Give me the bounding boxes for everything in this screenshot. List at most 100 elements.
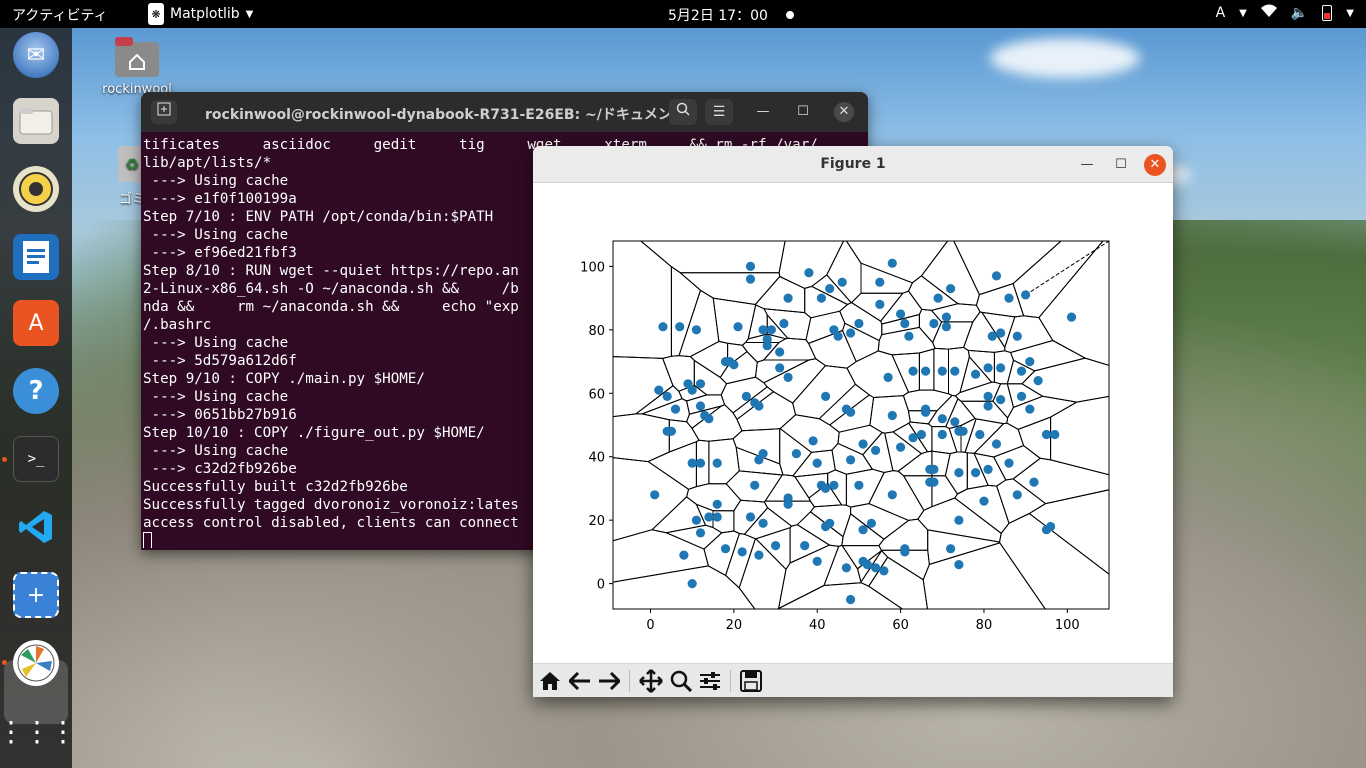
voronoi-point xyxy=(654,385,664,395)
voronoi-edge xyxy=(835,469,847,475)
voronoi-point xyxy=(1066,312,1077,322)
voronoi-edge xyxy=(855,383,870,396)
voronoi-point xyxy=(1041,429,1052,440)
back-button[interactable] xyxy=(566,667,594,695)
voronoi-edge xyxy=(746,351,758,363)
voronoi-point xyxy=(695,379,706,389)
activities-button[interactable]: アクティビティ xyxy=(12,5,108,25)
input-method-indicator[interactable]: A xyxy=(1216,5,1226,21)
voronoi-edge xyxy=(669,441,697,453)
voronoi-edge xyxy=(968,349,995,353)
terminal-titlebar[interactable]: rockinwool@rockinwool-dynabook-R731-E26E… xyxy=(141,92,868,132)
voronoi-point xyxy=(854,318,864,329)
voronoi-edge xyxy=(917,510,925,520)
voronoi-edge xyxy=(950,451,958,455)
voronoi-edge xyxy=(696,439,700,443)
writer-icon[interactable] xyxy=(13,234,59,280)
vscode-icon[interactable] xyxy=(13,504,59,550)
desktop-home-folder[interactable]: rockinwool xyxy=(100,36,174,97)
voronoi-edge xyxy=(826,241,845,276)
figure-maximize-button[interactable]: ☐ xyxy=(1110,154,1132,176)
voronoi-edge xyxy=(948,393,953,396)
arrow-right-icon xyxy=(599,672,620,690)
figure-titlebar[interactable]: Figure 1 — ☐ ✕ xyxy=(533,146,1173,183)
figure-minimize-button[interactable]: — xyxy=(1076,154,1098,176)
voronoi-edge xyxy=(804,312,812,319)
system-tray[interactable]: A ▼ 🔈 ▼ xyxy=(1216,4,1354,22)
voronoi-point xyxy=(783,499,793,509)
home-folder-icon xyxy=(115,37,159,77)
voronoi-point xyxy=(1033,376,1043,386)
files-icon[interactable] xyxy=(13,98,59,144)
thunderbird-icon[interactable]: ✉ xyxy=(13,32,59,78)
matplotlib-icon[interactable] xyxy=(13,640,59,686)
voronoi-point xyxy=(933,293,943,303)
voronoi-point xyxy=(691,325,701,335)
figure-close-button[interactable]: ✕ xyxy=(1144,154,1166,176)
voronoi-edge xyxy=(745,338,749,343)
home-button[interactable] xyxy=(536,667,564,695)
figure-window[interactable]: Figure 1 — ☐ ✕ 0 20 40 60 80 100 0 20 40 60 80 100 xyxy=(533,146,1173,697)
clock[interactable]: 5月2日 17：00 xyxy=(668,5,794,25)
voronoi-point xyxy=(958,426,968,436)
voronoi-point xyxy=(1012,331,1022,341)
screenshot-icon[interactable]: + xyxy=(13,572,59,618)
software-store-icon[interactable]: A xyxy=(13,300,59,346)
voronoi-edge xyxy=(686,421,693,429)
rhythmbox-icon[interactable] xyxy=(13,166,59,212)
voronoi-edge xyxy=(708,438,734,442)
voronoi-edge xyxy=(851,292,862,303)
pan-button[interactable] xyxy=(637,667,665,695)
terminal-search-button[interactable] xyxy=(669,99,697,125)
app-menu[interactable]: ❋ Matplotlib ▼ xyxy=(148,2,253,26)
voronoi-edge xyxy=(829,544,839,547)
voronoi-edge xyxy=(686,413,690,422)
voronoi-point xyxy=(875,299,885,309)
voronoi-edge xyxy=(767,507,792,527)
app-grid-icon[interactable]: ⋮⋮⋮ xyxy=(0,708,77,754)
figure-canvas[interactable]: 0 20 40 60 80 100 0 20 40 60 80 100 xyxy=(533,183,1173,663)
terminal-close-button[interactable]: ✕ xyxy=(834,102,854,122)
voronoi-edge xyxy=(732,412,738,420)
voronoi-edge xyxy=(880,321,883,325)
voronoi-edge xyxy=(782,474,794,477)
voronoi-point xyxy=(704,512,714,522)
voronoi-edge xyxy=(884,432,894,471)
zoom-button[interactable] xyxy=(667,667,695,695)
terminal-menu-button[interactable]: ☰ xyxy=(705,99,733,125)
voronoi-edge xyxy=(883,520,909,540)
new-tab-button[interactable] xyxy=(151,100,177,124)
voronoi-edge xyxy=(921,308,932,311)
voronoi-edge xyxy=(713,297,756,305)
voronoi-point xyxy=(971,468,981,478)
terminal-maximize-button[interactable]: ☐ xyxy=(793,102,813,122)
save-button[interactable] xyxy=(737,667,765,695)
new-tab-icon xyxy=(157,102,171,116)
voronoi-edge xyxy=(954,493,958,499)
voronoi-edge xyxy=(785,562,791,570)
voronoi-edge xyxy=(908,518,918,521)
voronoi-edge xyxy=(933,347,936,350)
voronoi-edge xyxy=(862,454,873,470)
app-menu-label: Matplotlib xyxy=(170,6,240,22)
voronoi-point xyxy=(983,363,993,373)
voronoi-edge xyxy=(1012,457,1041,480)
terminal-minimize-button[interactable]: — xyxy=(753,102,773,122)
voronoi-edge xyxy=(1014,315,1024,318)
voronoi-edge xyxy=(721,530,734,534)
forward-button[interactable] xyxy=(595,667,623,695)
voronoi-edge xyxy=(1004,316,1016,348)
voronoi-edge xyxy=(999,533,1002,543)
voronoi-edge xyxy=(953,241,980,295)
maximize-icon: ☐ xyxy=(797,104,809,119)
help-icon[interactable]: ? xyxy=(13,368,59,414)
voronoi-edge xyxy=(766,386,774,393)
voronoi-edge xyxy=(892,422,910,433)
hamburger-menu-icon: ☰ xyxy=(712,104,726,120)
voronoi-edge xyxy=(651,496,687,531)
terminal-icon[interactable]: >_ xyxy=(13,436,59,482)
voronoi-point xyxy=(737,547,747,557)
voronoi-edge xyxy=(1050,459,1109,476)
configure-subplots-button[interactable] xyxy=(696,667,724,695)
voronoi-edge xyxy=(831,450,836,470)
